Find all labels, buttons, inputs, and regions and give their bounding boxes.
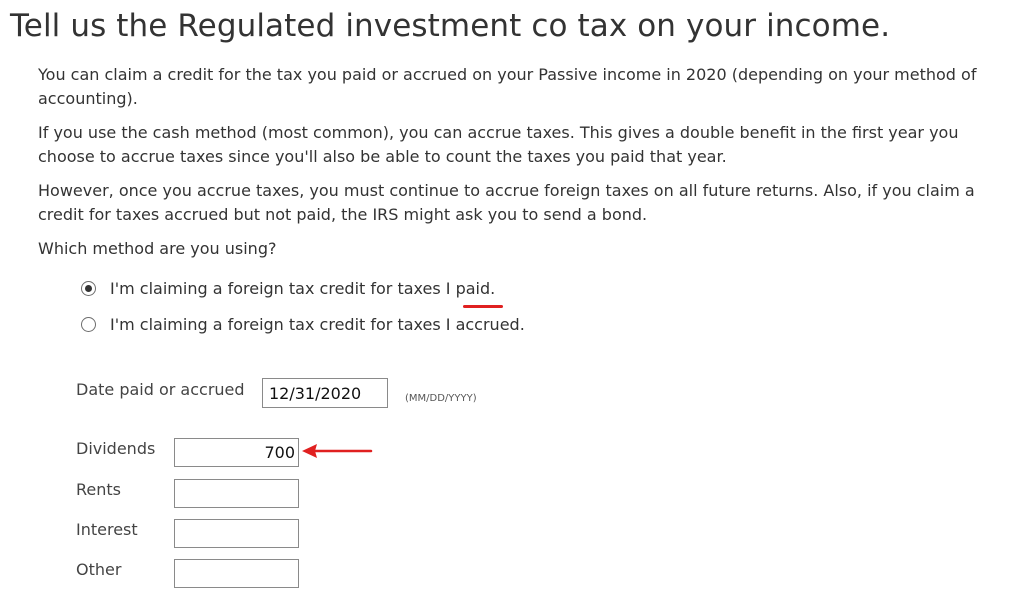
date-input[interactable] [262,378,388,408]
page-title: Tell us the Regulated investment co tax … [10,8,891,44]
radio-option-accrued-label: I'm claiming a foreign tax credit for ta… [110,315,525,334]
accrual-warning-paragraph: However, once you accrue taxes, you must… [38,181,975,224]
red-arrow-annotation [302,444,373,458]
other-label: Other [76,560,122,579]
rents-label: Rents [76,480,121,499]
date-field-label: Date paid or accrued [76,380,245,399]
radio-option-paid[interactable]: I'm claiming a foreign tax credit for ta… [81,279,495,298]
intro-paragraph: You can claim a credit for the tax you p… [38,65,977,108]
rents-input[interactable] [174,479,299,508]
dividends-input[interactable] [174,438,299,467]
dividends-label: Dividends [76,439,156,458]
red-underline-annotation [463,305,503,308]
radio-option-paid-label: I'm claiming a foreign tax credit for ta… [110,279,496,298]
method-question: Which method are you using? [38,239,277,258]
interest-input[interactable] [174,519,299,548]
date-format-hint: (MM/DD/YYYY) [405,393,477,404]
radio-option-accrued[interactable]: I'm claiming a foreign tax credit for ta… [81,315,525,334]
other-input[interactable] [174,559,299,588]
radio-accrued-button[interactable] [81,317,96,332]
paid-emphasis: paid [455,279,491,298]
interest-label: Interest [76,520,138,539]
radio-paid-button[interactable] [81,281,96,296]
cash-method-paragraph: If you use the cash method (most common)… [38,123,959,166]
